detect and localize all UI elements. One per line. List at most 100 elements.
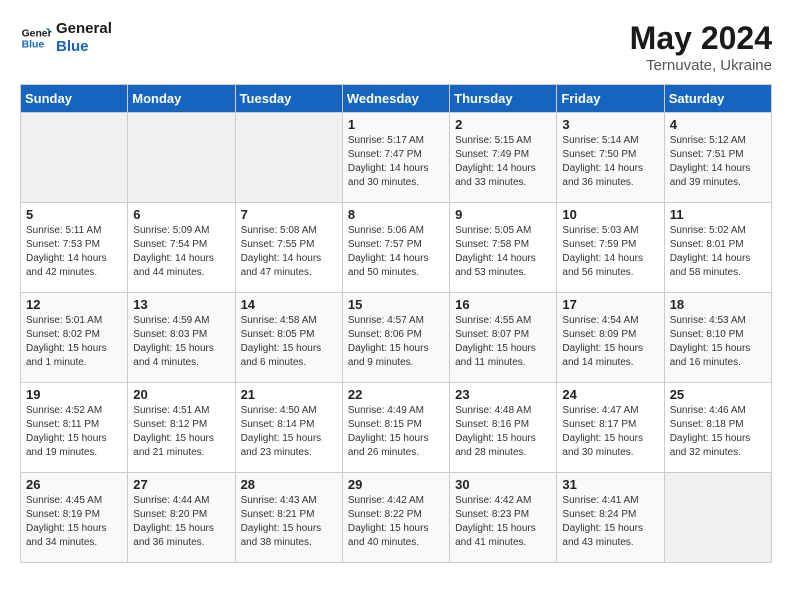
- day-info: Sunrise: 4:50 AMSunset: 8:14 PMDaylight:…: [241, 404, 337, 460]
- day-number: 16: [455, 297, 551, 312]
- header-wednesday: Wednesday: [342, 85, 449, 113]
- day-cell: 5 Sunrise: 5:11 AMSunset: 7:53 PMDaylight…: [21, 203, 128, 293]
- logo: General Blue General Blue: [20, 20, 112, 56]
- calendar-body: 1Sunrise: 5:17 AMSunset: 7:47 PMDaylight…: [21, 113, 772, 563]
- day-number: 28: [241, 477, 337, 492]
- logo-line1: General: [56, 20, 112, 38]
- day-info: Sunrise: 4:44 AMSunset: 8:20 PMDaylight:…: [133, 494, 229, 550]
- day-number: 18: [670, 297, 766, 312]
- day-cell: 11 Sunrise: 5:02 AMSunset: 8:01 PMDayligh…: [664, 203, 771, 293]
- week-row-2: 5 Sunrise: 5:11 AMSunset: 7:53 PMDaylight…: [21, 203, 772, 293]
- day-info: Sunrise: 4:42 AMSunset: 8:22 PMDaylight:…: [348, 494, 444, 550]
- day-number: 26: [26, 477, 122, 492]
- day-number: 7: [241, 207, 337, 222]
- day-info: Sunrise: 5:11 AMSunset: 7:53 PMDaylight:…: [26, 224, 122, 280]
- day-number: 30: [455, 477, 551, 492]
- day-number: 15: [348, 297, 444, 312]
- day-info: Sunrise: 4:53 AMSunset: 8:10 PMDaylight:…: [670, 314, 766, 370]
- day-info: Sunrise: 4:52 AMSunset: 8:11 PMDaylight:…: [26, 404, 122, 460]
- day-info: Sunrise: 4:49 AMSunset: 8:15 PMDaylight:…: [348, 404, 444, 460]
- day-number: 25: [670, 387, 766, 402]
- header-monday: Monday: [128, 85, 235, 113]
- day-number: 9: [455, 207, 551, 222]
- day-cell: 7 Sunrise: 5:08 AMSunset: 7:55 PMDaylight…: [235, 203, 342, 293]
- day-info: Sunrise: 5:05 AMSunset: 7:58 PMDaylight:…: [455, 224, 551, 280]
- day-cell: 30 Sunrise: 4:42 AMSunset: 8:23 PMDayligh…: [450, 473, 557, 563]
- day-number: 23: [455, 387, 551, 402]
- day-cell: 6Sunrise: 5:09 AMSunset: 7:54 PMDaylight…: [128, 203, 235, 293]
- day-info: Sunrise: 4:59 AMSunset: 8:03 PMDaylight:…: [133, 314, 229, 370]
- day-number: 11: [670, 207, 766, 222]
- header-thursday: Thursday: [450, 85, 557, 113]
- day-info: Sunrise: 4:45 AMSunset: 8:19 PMDaylight:…: [26, 494, 122, 550]
- day-number: 19: [26, 387, 122, 402]
- day-cell: 26 Sunrise: 4:45 AMSunset: 8:19 PMDayligh…: [21, 473, 128, 563]
- day-number: 27: [133, 477, 229, 492]
- logo-line2: Blue: [56, 38, 112, 56]
- day-cell: 9 Sunrise: 5:05 AMSunset: 7:58 PMDaylight…: [450, 203, 557, 293]
- svg-text:Blue: Blue: [22, 40, 45, 51]
- day-info: Sunrise: 4:54 AMSunset: 8:09 PMDaylight:…: [562, 314, 658, 370]
- day-cell: 27 Sunrise: 4:44 AMSunset: 8:20 PMDayligh…: [128, 473, 235, 563]
- header-row: SundayMondayTuesdayWednesdayThursdayFrid…: [21, 85, 772, 113]
- day-cell: 23 Sunrise: 4:48 AMSunset: 8:16 PMDayligh…: [450, 383, 557, 473]
- day-cell: [664, 473, 771, 563]
- day-info: Sunrise: 5:02 AMSunset: 8:01 PMDaylight:…: [670, 224, 766, 280]
- day-cell: 20Sunrise: 4:51 AMSunset: 8:12 PMDayligh…: [128, 383, 235, 473]
- day-cell: 28 Sunrise: 4:43 AMSunset: 8:21 PMDayligh…: [235, 473, 342, 563]
- day-cell: 14Sunrise: 4:58 AMSunset: 8:05 PMDayligh…: [235, 293, 342, 383]
- day-cell: 10Sunrise: 5:03 AMSunset: 7:59 PMDayligh…: [557, 203, 664, 293]
- day-number: 13: [133, 297, 229, 312]
- day-cell: 17 Sunrise: 4:54 AMSunset: 8:09 PMDayligh…: [557, 293, 664, 383]
- day-number: 24: [562, 387, 658, 402]
- calendar-header: SundayMondayTuesdayWednesdayThursdayFrid…: [21, 85, 772, 113]
- week-row-3: 12 Sunrise: 5:01 AMSunset: 8:02 PMDayligh…: [21, 293, 772, 383]
- day-cell: 13 Sunrise: 4:59 AMSunset: 8:03 PMDayligh…: [128, 293, 235, 383]
- day-cell: [21, 113, 128, 203]
- page-header: General Blue General Blue May 2024 Ternu…: [20, 20, 772, 74]
- day-info: Sunrise: 4:47 AMSunset: 8:17 PMDaylight:…: [562, 404, 658, 460]
- day-number: 29: [348, 477, 444, 492]
- header-saturday: Saturday: [664, 85, 771, 113]
- day-cell: 12 Sunrise: 5:01 AMSunset: 8:02 PMDayligh…: [21, 293, 128, 383]
- day-cell: 2Sunrise: 5:15 AMSunset: 7:49 PMDaylight…: [450, 113, 557, 203]
- header-tuesday: Tuesday: [235, 85, 342, 113]
- day-cell: 1Sunrise: 5:17 AMSunset: 7:47 PMDaylight…: [342, 113, 449, 203]
- title-block: May 2024 Ternuvate, Ukraine: [630, 20, 772, 74]
- day-number: 10: [562, 207, 658, 222]
- day-number: 5: [26, 207, 122, 222]
- day-cell: 24 Sunrise: 4:47 AMSunset: 8:17 PMDayligh…: [557, 383, 664, 473]
- day-info: Sunrise: 4:57 AMSunset: 8:06 PMDaylight:…: [348, 314, 444, 370]
- day-info: Sunrise: 5:12 AMSunset: 7:51 PMDaylight:…: [670, 134, 766, 190]
- day-cell: 16Sunrise: 4:55 AMSunset: 8:07 PMDayligh…: [450, 293, 557, 383]
- day-cell: 3Sunrise: 5:14 AMSunset: 7:50 PMDaylight…: [557, 113, 664, 203]
- day-info: Sunrise: 4:58 AMSunset: 8:05 PMDaylight:…: [241, 314, 337, 370]
- day-cell: [128, 113, 235, 203]
- week-row-5: 26 Sunrise: 4:45 AMSunset: 8:19 PMDayligh…: [21, 473, 772, 563]
- day-cell: 31 Sunrise: 4:41 AMSunset: 8:24 PMDayligh…: [557, 473, 664, 563]
- day-cell: 15 Sunrise: 4:57 AMSunset: 8:06 PMDayligh…: [342, 293, 449, 383]
- day-info: Sunrise: 4:48 AMSunset: 8:16 PMDaylight:…: [455, 404, 551, 460]
- day-number: 17: [562, 297, 658, 312]
- svg-text:General: General: [22, 28, 52, 39]
- day-cell: 29 Sunrise: 4:42 AMSunset: 8:22 PMDayligh…: [342, 473, 449, 563]
- day-info: Sunrise: 5:14 AMSunset: 7:50 PMDaylight:…: [562, 134, 658, 190]
- calendar-subtitle: Ternuvate, Ukraine: [630, 57, 772, 74]
- day-number: 20: [133, 387, 229, 402]
- day-number: 12: [26, 297, 122, 312]
- day-cell: 19 Sunrise: 4:52 AMSunset: 8:11 PMDayligh…: [21, 383, 128, 473]
- day-cell: 25 Sunrise: 4:46 AMSunset: 8:18 PMDayligh…: [664, 383, 771, 473]
- day-cell: 21Sunrise: 4:50 AMSunset: 8:14 PMDayligh…: [235, 383, 342, 473]
- day-info: Sunrise: 5:06 AMSunset: 7:57 PMDaylight:…: [348, 224, 444, 280]
- day-number: 31: [562, 477, 658, 492]
- day-cell: 22Sunrise: 4:49 AMSunset: 8:15 PMDayligh…: [342, 383, 449, 473]
- day-info: Sunrise: 4:42 AMSunset: 8:23 PMDaylight:…: [455, 494, 551, 550]
- day-info: Sunrise: 4:43 AMSunset: 8:21 PMDaylight:…: [241, 494, 337, 550]
- day-info: Sunrise: 5:08 AMSunset: 7:55 PMDaylight:…: [241, 224, 337, 280]
- day-info: Sunrise: 4:46 AMSunset: 8:18 PMDaylight:…: [670, 404, 766, 460]
- day-info: Sunrise: 5:01 AMSunset: 8:02 PMDaylight:…: [26, 314, 122, 370]
- logo-icon: General Blue: [20, 22, 52, 54]
- day-number: 8: [348, 207, 444, 222]
- day-info: Sunrise: 4:41 AMSunset: 8:24 PMDaylight:…: [562, 494, 658, 550]
- header-friday: Friday: [557, 85, 664, 113]
